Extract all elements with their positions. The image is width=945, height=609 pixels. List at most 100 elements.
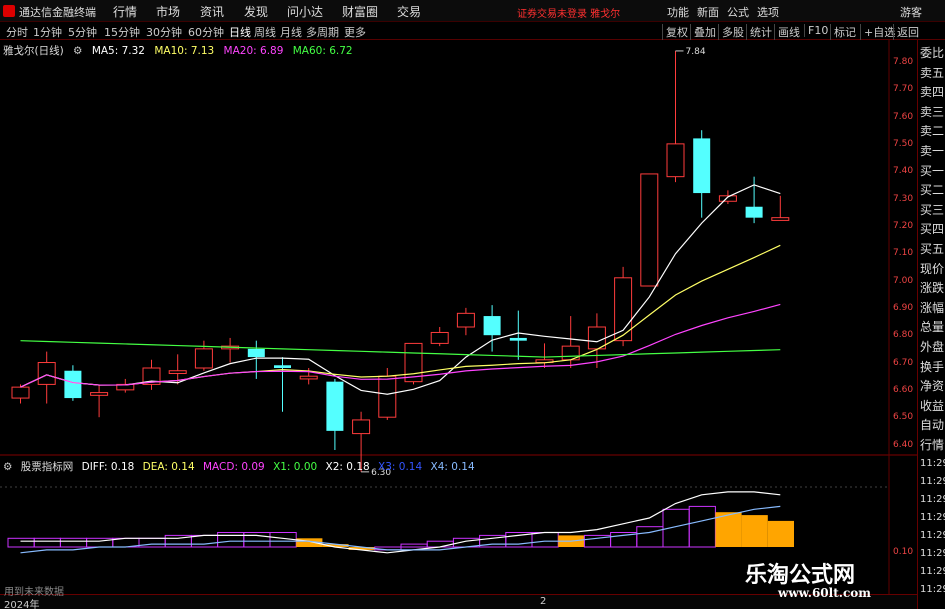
panel-time: 11:29 <box>920 494 945 505</box>
watermark-title: 乐淘公式网 <box>745 563 856 588</box>
indicator-tick: 0.10 <box>893 547 914 557</box>
macd-label: MACD: 0.09 <box>202 461 265 473</box>
watermark-url: www.60lt.com <box>778 586 871 600</box>
legend-gear-icon[interactable]: ⚙ <box>73 45 82 57</box>
price-tick: 7.30 <box>893 193 914 204</box>
candle[interactable] <box>168 370 187 374</box>
period-tab[interactable]: 分时 <box>6 24 28 40</box>
period-tab[interactable]: 多周期 <box>306 24 339 40</box>
tool-mark[interactable]: 标记 <box>830 24 856 40</box>
panel-label: 换手 <box>920 359 945 374</box>
period-tab[interactable]: 月线 <box>280 24 302 40</box>
candle[interactable] <box>456 312 475 328</box>
price-tick: 6.50 <box>893 412 914 423</box>
tool-draw[interactable]: 画线 <box>774 24 800 40</box>
period-toolbar: 分时 1分钟 5分钟 15分钟 30分钟 60分钟 日线 周线 月线 多周期 更… <box>0 22 945 40</box>
period-more[interactable]: 更多 <box>344 24 366 40</box>
candle[interactable] <box>37 362 56 385</box>
candle[interactable] <box>666 143 685 178</box>
candle[interactable] <box>194 348 213 369</box>
menu-guest[interactable]: 游客 <box>900 4 922 20</box>
menu-news[interactable]: 资讯 <box>200 3 224 20</box>
panel-label: 总量 <box>920 320 945 335</box>
tool-multi[interactable]: 多股 <box>718 24 744 40</box>
menu-formula[interactable]: 公式 <box>727 4 749 20</box>
price-tick: 7.40 <box>893 166 914 177</box>
app-window: { "window": {"app_name": "通达信金融终端"}, "me… <box>0 0 945 609</box>
tool-add-watchlist[interactable]: +自选 <box>860 24 895 40</box>
period-tab[interactable]: 周线 <box>254 24 276 40</box>
login-status[interactable]: 证券交易未登录 雅戈尔 <box>517 5 620 20</box>
candle[interactable] <box>274 365 291 368</box>
indicator-gear-icon[interactable]: ⚙ <box>3 461 12 473</box>
period-tab[interactable]: 60分钟 <box>188 24 224 40</box>
candle[interactable] <box>430 331 449 344</box>
ma10-line <box>20 244 781 388</box>
candle[interactable] <box>299 375 318 380</box>
tool-stats[interactable]: 统计 <box>746 24 772 40</box>
tool-adjust[interactable]: 复权 <box>662 24 688 40</box>
ma60-line <box>20 340 781 358</box>
candle[interactable] <box>352 419 371 435</box>
candle[interactable] <box>64 370 82 399</box>
period-tab-active[interactable]: 日线 <box>229 24 251 40</box>
candle[interactable] <box>483 316 501 336</box>
panel-label: 卖二 <box>920 124 945 139</box>
candle[interactable] <box>11 386 30 399</box>
tool-f10[interactable]: F10 <box>804 24 828 37</box>
menu-trade[interactable]: 交易 <box>397 3 421 20</box>
kline-chart[interactable]: 7.84 6.30 <box>0 40 917 594</box>
macd-bar <box>33 537 61 548</box>
price-tick: 6.80 <box>893 330 914 341</box>
menu-bar: 通达信金融终端 行情 市场 资讯 发现 问小达 财富圈 交易 证券交易未登录 雅… <box>0 0 945 22</box>
candle[interactable] <box>771 217 790 221</box>
candle[interactable] <box>90 392 109 396</box>
menu-options[interactable]: 选项 <box>757 4 779 20</box>
menu-quotes[interactable]: 行情 <box>113 3 137 20</box>
panel-label: 买四 <box>920 222 945 237</box>
ma-legend: 雅戈尔(日线) ⚙ MA5: 7.32 MA10: 7.13 MA20: 6.8… <box>3 43 359 58</box>
menu-ask[interactable]: 问小达 <box>287 3 323 20</box>
dea-line <box>20 505 781 554</box>
period-tab[interactable]: 30分钟 <box>146 24 182 40</box>
tool-overlay[interactable]: 叠加 <box>690 24 716 40</box>
period-tab[interactable]: 5分钟 <box>68 24 97 40</box>
candle[interactable] <box>745 206 763 218</box>
panel-label: 现价 <box>920 261 945 276</box>
candle[interactable] <box>326 381 344 431</box>
price-tick: 7.50 <box>893 138 914 149</box>
panel-label: 净资 <box>920 379 945 394</box>
ma-lines-group <box>20 184 781 395</box>
menu-wealth[interactable]: 财富圈 <box>342 3 378 20</box>
stock-name: 雅戈尔(日线) <box>3 45 64 57</box>
dea-label: DEA: 0.14 <box>142 461 195 473</box>
panel-time: 11:29 <box>920 530 945 541</box>
diff-label: DIFF: 0.18 <box>81 461 135 473</box>
panel-label: 买三 <box>920 202 945 217</box>
menu-new-page[interactable]: 新面 <box>697 4 719 20</box>
menu-function[interactable]: 功能 <box>667 4 689 20</box>
high-label: 7.84 <box>675 47 706 57</box>
month-label: 2 <box>540 596 547 607</box>
tool-back[interactable]: 返回 <box>893 24 919 40</box>
menu-discover[interactable]: 发现 <box>244 3 268 20</box>
candle[interactable] <box>509 337 527 341</box>
menu-market[interactable]: 市场 <box>156 3 180 20</box>
period-tab[interactable]: 1分钟 <box>33 24 62 40</box>
panel-time: 11:29 <box>920 476 945 487</box>
macd-bar <box>7 537 35 548</box>
macd-bar <box>767 520 794 547</box>
macd-bar <box>190 534 219 548</box>
panel-label: 委比 <box>920 46 945 60</box>
price-tick: 7.20 <box>893 220 914 231</box>
candle[interactable] <box>693 138 711 194</box>
price-tick: 7.10 <box>893 248 914 259</box>
panel-time: 11:29 <box>920 584 945 595</box>
x1-label: X1: 0.00 <box>273 461 318 473</box>
candle[interactable] <box>640 173 659 287</box>
period-tab[interactable]: 15分钟 <box>104 24 140 40</box>
panel-time: 11:29 <box>920 458 945 469</box>
candle[interactable] <box>378 375 397 418</box>
candle[interactable] <box>247 348 265 358</box>
panel-time: 11:29 <box>920 548 945 559</box>
